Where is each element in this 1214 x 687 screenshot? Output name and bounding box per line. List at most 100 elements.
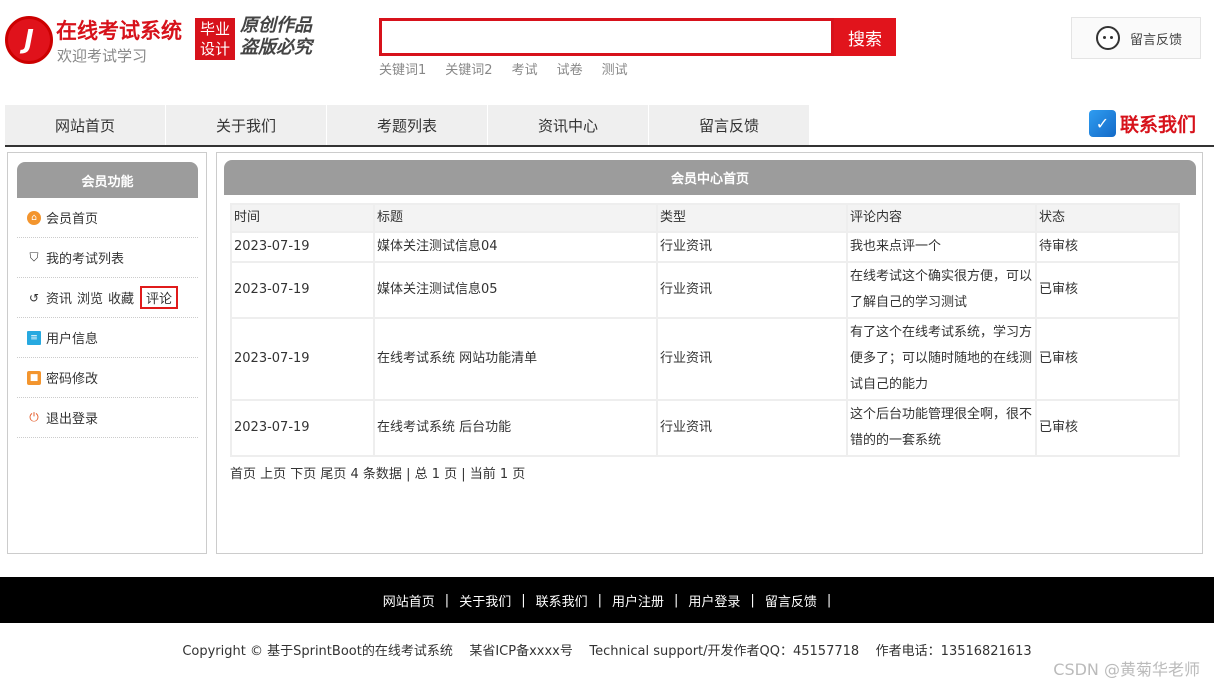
footer-link-feedback[interactable]: 留言反馈 [765, 591, 817, 610]
history-icon: ↺ [28, 290, 40, 305]
footer-separator: | [597, 592, 602, 608]
sidebar-item-label: 我的考试列表 [46, 252, 125, 267]
site-title: 在线考试系统 [56, 19, 182, 43]
lock-icon: ■ [27, 370, 41, 385]
nav-item-questions[interactable]: 考题列表 [327, 105, 487, 145]
watermark: CSDN @黄菊华老师 [1053, 660, 1200, 679]
cell-title[interactable]: 媒体关注测试信息05 [375, 263, 656, 317]
cell-content: 有了这个在线考试系统，学习方便多了；可以随时随地的在线测试自己的能力 [848, 319, 1035, 399]
keyword-link[interactable]: 试卷 [557, 59, 583, 78]
favorite-link[interactable]: 收藏 [108, 288, 134, 307]
contact-us-link[interactable]: ✓ 联系我们 [1089, 110, 1196, 137]
footer-nav: 网站首页 | 关于我们 | 联系我们 | 用户注册 | 用户登录 | 留言反馈 | [0, 577, 1214, 623]
feedback-label: 留言反馈 [1130, 32, 1183, 48]
cell-time: 2023-07-19 [232, 319, 373, 399]
footer-link-register[interactable]: 用户注册 [612, 591, 664, 610]
sidebar-item-logout[interactable]: ⏻ 退出登录 [17, 398, 198, 438]
cell-status: 已审核 [1037, 263, 1178, 317]
sidebar-item-exam-list[interactable]: ⛉ 我的考试列表 [17, 238, 198, 278]
nav-item-home[interactable]: 网站首页 [5, 105, 165, 145]
sidebar-item-label: 用户信息 [46, 332, 99, 347]
sidebar-item-label: 会员首页 [46, 212, 99, 227]
member-center-panel: 会员中心首页 时间 标题 类型 评论内容 状态 2023-07-19 媒体关注测… [216, 152, 1203, 554]
cell-status: 待审核 [1037, 233, 1178, 261]
comments-table: 时间 标题 类型 评论内容 状态 2023-07-19 媒体关注测试信息04 行… [230, 203, 1180, 457]
browse-link[interactable]: 浏览 [77, 288, 103, 307]
nav-divider [5, 145, 1214, 147]
cell-time: 2023-07-19 [232, 401, 373, 455]
footer-separator: | [521, 592, 526, 608]
keyword-link[interactable]: 考试 [512, 59, 538, 78]
slogan-line: 盗版必究 [240, 37, 312, 58]
sidebar-item-user-info[interactable]: ≡ 用户信息 [17, 318, 198, 358]
sidebar-title: 会员功能 [17, 162, 198, 198]
main-nav: 网站首页 关于我们 考题列表 资讯中心 留言反馈 [5, 105, 810, 145]
shield-icon: ⛉ [29, 250, 39, 264]
column-header: 评论内容 [848, 205, 1035, 231]
column-header: 类型 [658, 205, 846, 231]
keyword-link[interactable]: 测试 [602, 59, 628, 78]
cell-content: 我也来点评一个 [848, 233, 1035, 261]
table-header-row: 时间 标题 类型 评论内容 状态 [232, 205, 1178, 231]
hot-keywords: 关键词1 关键词2 考试 试卷 测试 [379, 59, 647, 78]
search-button[interactable]: 搜索 [834, 18, 896, 56]
nav-item-feedback[interactable]: 留言反馈 [649, 105, 809, 145]
column-header: 状态 [1037, 205, 1178, 231]
footer-separator: | [750, 592, 755, 608]
cell-status: 已审核 [1037, 401, 1178, 455]
keyword-link[interactable]: 关键词2 [445, 59, 492, 78]
home-icon: ⌂ [27, 210, 41, 225]
feedback-button[interactable]: 留言反馈 [1071, 17, 1201, 59]
panel-title: 会员中心首页 [224, 160, 1196, 195]
cell-content: 在线考试这个确实很方便，可以了解自己的学习测试 [848, 263, 1035, 317]
badge-line: 设计 [199, 40, 230, 58]
footer-link-contact[interactable]: 联系我们 [536, 591, 588, 610]
search-box [379, 18, 834, 56]
pagination[interactable]: 首页 上页 下页 尾页 4 条数据 | 总 1 页 | 当前 1 页 [230, 463, 525, 482]
nav-item-news[interactable]: 资讯中心 [488, 105, 648, 145]
column-header: 时间 [232, 205, 373, 231]
cell-type: 行业资讯 [658, 233, 846, 261]
sidebar-item-label: 退出登录 [46, 412, 99, 427]
cell-title[interactable]: 在线考试系统 后台功能 [375, 401, 656, 455]
slogan: 原创作品 盗版必究 [240, 15, 312, 59]
member-sidebar: 会员功能 ⌂ 会员首页 ⛉ 我的考试列表 ↺ 资讯 浏览 收藏 评论 ≡ 用户信… [7, 152, 207, 554]
table-row: 2023-07-19 在线考试系统 网站功能清单 行业资讯 有了这个在线考试系统… [232, 319, 1178, 399]
site-logo-icon[interactable]: J [5, 16, 53, 64]
footer-separator: | [826, 592, 832, 608]
footer-link-about[interactable]: 关于我们 [459, 591, 511, 610]
cell-content: 这个后台功能管理很全啊，很不错的的一套系统 [848, 401, 1035, 455]
sidebar-item-password[interactable]: ■ 密码修改 [17, 358, 198, 398]
badge-line: 毕业 [199, 20, 230, 38]
cell-type: 行业资讯 [658, 401, 846, 455]
header: J 在线考试系统 欢迎考试学习 毕业 设计 原创作品 盗版必究 搜索 关键词1 … [0, 0, 1214, 100]
copyright: Copyright © 基于SprintBoot的在线考试系统 某省ICP备xx… [182, 644, 1032, 659]
sidebar-item-member-home[interactable]: ⌂ 会员首页 [17, 198, 198, 238]
cell-type: 行业资讯 [658, 319, 846, 399]
cell-title[interactable]: 媒体关注测试信息04 [375, 233, 656, 261]
power-icon: ⏻ [29, 410, 39, 424]
slogan-line: 原创作品 [240, 15, 312, 36]
site-subtitle: 欢迎考试学习 [57, 47, 148, 65]
cell-title[interactable]: 在线考试系统 网站功能清单 [375, 319, 656, 399]
table-row: 2023-07-19 媒体关注测试信息05 行业资讯 在线考试这个确实很方便，可… [232, 263, 1178, 317]
customer-service-icon [1096, 26, 1120, 50]
graduation-badge: 毕业 设计 [195, 18, 235, 60]
footer-link-home[interactable]: 网站首页 [383, 591, 435, 610]
cell-type: 行业资讯 [658, 263, 846, 317]
cell-time: 2023-07-19 [232, 263, 373, 317]
table-row: 2023-07-19 在线考试系统 后台功能 行业资讯 这个后台功能管理很全啊，… [232, 401, 1178, 455]
cell-status: 已审核 [1037, 319, 1178, 399]
sidebar-item-label: 密码修改 [46, 372, 99, 387]
footer-separator: | [674, 592, 679, 608]
clipboard-icon: ≡ [27, 330, 41, 345]
footer-separator: | [444, 592, 450, 608]
contact-us-label: 联系我们 [1120, 114, 1197, 136]
sidebar-item-news: ↺ 资讯 浏览 收藏 评论 [17, 278, 198, 318]
search-input[interactable] [382, 21, 831, 53]
keyword-link[interactable]: 关键词1 [379, 59, 426, 78]
nav-item-about[interactable]: 关于我们 [166, 105, 326, 145]
comment-link[interactable]: 评论 [140, 286, 179, 309]
column-header: 标题 [375, 205, 656, 231]
footer-link-login[interactable]: 用户登录 [688, 591, 740, 610]
